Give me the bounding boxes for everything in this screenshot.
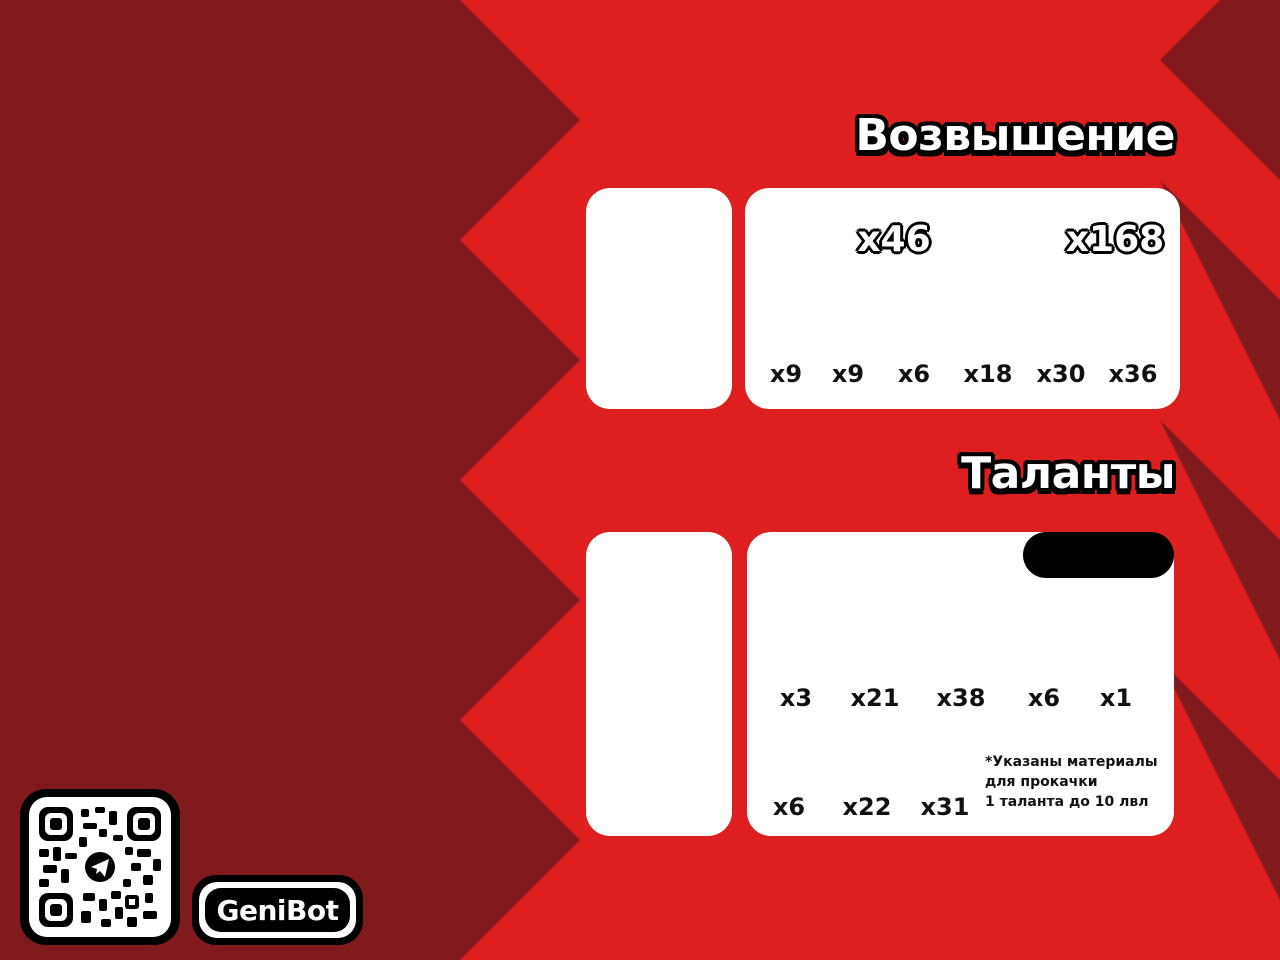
brand-name: GeniBot — [205, 888, 350, 932]
talent-material-qty-2: x21 — [850, 684, 900, 712]
ascension-character-portrait — [586, 188, 732, 409]
brand-badge[interactable]: GeniBot — [192, 875, 363, 945]
talent-material-qty-7: x22 — [842, 793, 892, 821]
talents-note: *Указаны материалы для прокачки 1 талант… — [985, 754, 1158, 810]
talent-material-qty-3: x38 — [936, 684, 986, 712]
ascension-material-qty-4: x18 — [963, 360, 1013, 388]
talent-material-qty-4: x6 — [1027, 684, 1061, 712]
ascension-top-qty-2: x168 — [1065, 219, 1165, 260]
talent-material-qty-8: x31 — [920, 793, 970, 821]
ascension-material-qty-2: x9 — [831, 360, 865, 388]
ascension-material-qty-6: x36 — [1108, 360, 1158, 388]
qr-code[interactable] — [20, 789, 180, 945]
talents-title: Таланты — [961, 448, 1175, 499]
talent-material-qty-1: x3 — [779, 684, 813, 712]
telegram-qr-code-icon — [39, 807, 161, 927]
talent-material-qty-6: x6 — [772, 793, 806, 821]
talent-material-qty-5: x1 — [1099, 684, 1133, 712]
ascension-material-qty-5: x30 — [1036, 360, 1086, 388]
talents-character-portrait — [586, 532, 732, 836]
ascension-title: Возвышение — [855, 110, 1175, 161]
ascension-top-qty-1: x46 — [857, 219, 931, 260]
talents-header-pill — [1023, 532, 1174, 578]
ascension-material-qty-1: x9 — [769, 360, 803, 388]
ascension-material-qty-3: x6 — [897, 360, 931, 388]
